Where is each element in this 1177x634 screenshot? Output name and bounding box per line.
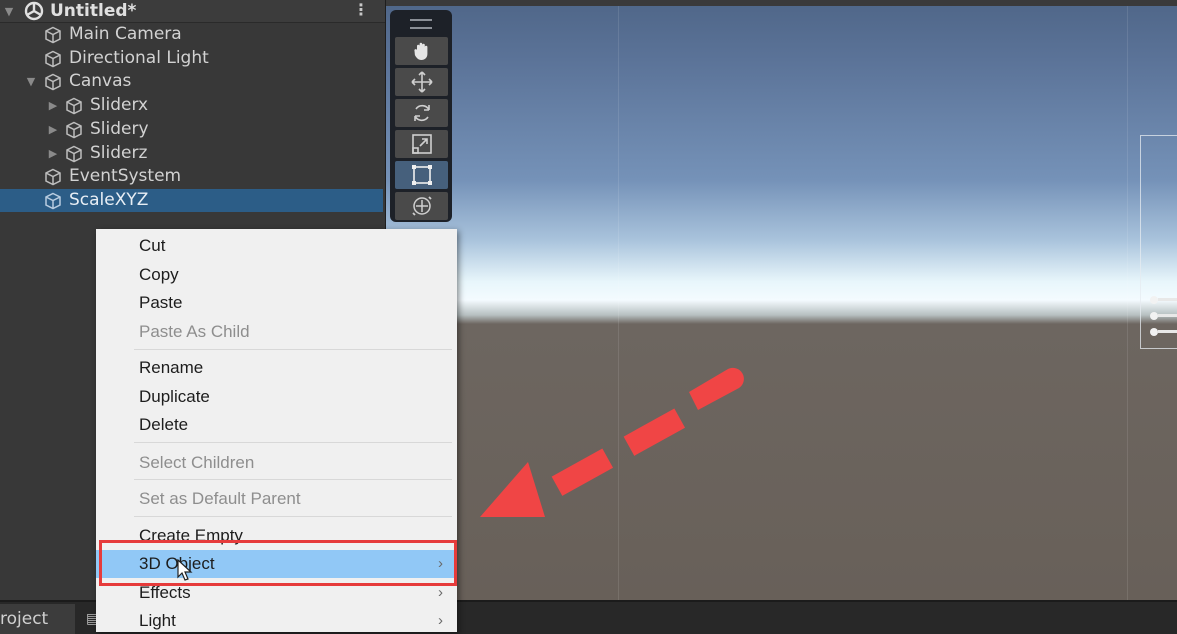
- gameobject-cube-icon: [66, 97, 82, 115]
- foldout-collapsed-icon[interactable]: ▶: [47, 94, 59, 117]
- hierarchy-item-label: Sliderx: [90, 95, 149, 115]
- menu-item-duplicate[interactable]: Duplicate: [96, 383, 457, 411]
- arrow-head: [480, 462, 545, 517]
- menu-item-set-default-parent: Set as Default Parent: [96, 485, 457, 513]
- slider-handle[interactable]: [1150, 296, 1158, 304]
- arrow-dash: [689, 367, 744, 410]
- menu-item-label: Paste As Child: [139, 322, 250, 341]
- gameobject-cube-icon: [66, 145, 82, 163]
- gameobject-cube-icon: [45, 50, 61, 68]
- hierarchy-item[interactable]: Main Camera: [0, 23, 383, 46]
- unity-scene-icon: [24, 1, 44, 21]
- menu-item-light[interactable]: Light ›: [96, 607, 457, 632]
- menu-item-label: Set as Default Parent: [139, 489, 301, 508]
- tools-overlay: [390, 10, 452, 222]
- hierarchy-item-label: Canvas: [69, 71, 132, 91]
- scene-title: Untitled*: [50, 1, 137, 21]
- gameobject-cube-icon: [45, 73, 61, 91]
- menu-item-delete[interactable]: Delete: [96, 411, 457, 439]
- hierarchy-item[interactable]: ▶ Slidery: [0, 118, 383, 141]
- mouse-cursor-icon: [177, 559, 193, 581]
- hierarchy-item-label: EventSystem: [69, 166, 182, 186]
- foldout-collapsed-icon[interactable]: ▶: [47, 118, 59, 141]
- menu-item-select-children: Select Children: [96, 449, 457, 477]
- menu-item-cut[interactable]: Cut: [96, 232, 457, 260]
- gameobject-cube-icon: [45, 26, 61, 44]
- scale-icon: [411, 134, 432, 154]
- menu-item-rename[interactable]: Rename: [96, 354, 457, 382]
- scene-toolbar-strip: [386, 0, 1177, 6]
- hierarchy-item[interactable]: ▶ Sliderz: [0, 142, 383, 165]
- arrow-dash: [623, 408, 686, 456]
- hierarchy-item-selected[interactable]: ScaleXYZ: [0, 189, 383, 212]
- hand-icon: [413, 42, 427, 60]
- transform-tool-button[interactable]: [395, 192, 448, 220]
- arrow-dash: [551, 448, 614, 496]
- drag-handle-icon[interactable]: [410, 19, 432, 29]
- menu-item-label: Paste: [139, 293, 183, 312]
- slider-track: [1158, 314, 1177, 317]
- kebab-menu-icon[interactable]: ⋮: [353, 2, 369, 18]
- menu-item-label: Light: [139, 611, 176, 630]
- slider-track: [1158, 298, 1177, 301]
- red-arrow-annotation: [480, 367, 744, 517]
- foldout-expanded-icon[interactable]: ▼: [25, 70, 37, 93]
- foldout-collapsed-icon[interactable]: ▶: [47, 142, 59, 165]
- hierarchy-item[interactable]: ▶ Sliderx: [0, 94, 383, 117]
- menu-separator: [134, 442, 452, 443]
- menu-separator: [134, 479, 452, 480]
- hierarchy-item-label: Slidery: [90, 119, 149, 139]
- chevron-right-icon: ›: [438, 612, 443, 629]
- hierarchy-item-label: Directional Light: [69, 48, 209, 68]
- highlight-box: [99, 540, 457, 586]
- hierarchy-item[interactable]: EventSystem: [0, 165, 383, 188]
- rect-tool-button[interactable]: [395, 161, 448, 189]
- slider-track: [1158, 330, 1177, 333]
- foldout-expanded-icon[interactable]: ▼: [3, 0, 15, 23]
- rotate-tool-button[interactable]: [395, 99, 448, 127]
- rect-transform-icon: [411, 165, 432, 185]
- menu-item-label: Select Children: [139, 453, 255, 472]
- menu-item-label: Delete: [139, 415, 189, 434]
- slider-handle[interactable]: [1150, 328, 1158, 336]
- hand-tool-button[interactable]: [395, 37, 448, 65]
- hierarchy-item-label: Main Camera: [69, 24, 182, 44]
- menu-item-label: Copy: [139, 265, 179, 284]
- hierarchy-item[interactable]: ▼ Canvas: [0, 70, 383, 93]
- tab-project[interactable]: roject: [0, 604, 75, 634]
- gameobject-cube-icon: [66, 121, 82, 139]
- scale-tool-button[interactable]: [395, 130, 448, 158]
- menu-item-label: Rename: [139, 358, 204, 377]
- menu-item-label: Cut: [139, 236, 166, 255]
- scene-root-row[interactable]: ▼ Untitled* ⋮: [0, 0, 383, 23]
- menu-item-label: Duplicate: [139, 387, 210, 406]
- menu-item-paste[interactable]: Paste: [96, 289, 457, 317]
- move-tool-button[interactable]: [395, 68, 448, 96]
- transform-icon: [411, 196, 432, 216]
- slider-handle[interactable]: [1150, 312, 1158, 320]
- menu-separator: [134, 516, 452, 517]
- menu-item-copy[interactable]: Copy: [96, 261, 457, 289]
- menu-separator: [134, 349, 452, 350]
- hierarchy-item[interactable]: Directional Light: [0, 47, 383, 70]
- move-arrows-icon: [410, 71, 433, 93]
- hierarchy-item-label: Sliderz: [90, 143, 148, 163]
- gameobject-cube-icon: [45, 192, 61, 210]
- grid-line: [1127, 6, 1128, 600]
- menu-item-paste-as-child: Paste As Child: [96, 318, 457, 346]
- hierarchy-item-label: ScaleXYZ: [69, 190, 149, 210]
- rotate-icon: [413, 104, 430, 122]
- gameobject-cube-icon: [45, 168, 61, 186]
